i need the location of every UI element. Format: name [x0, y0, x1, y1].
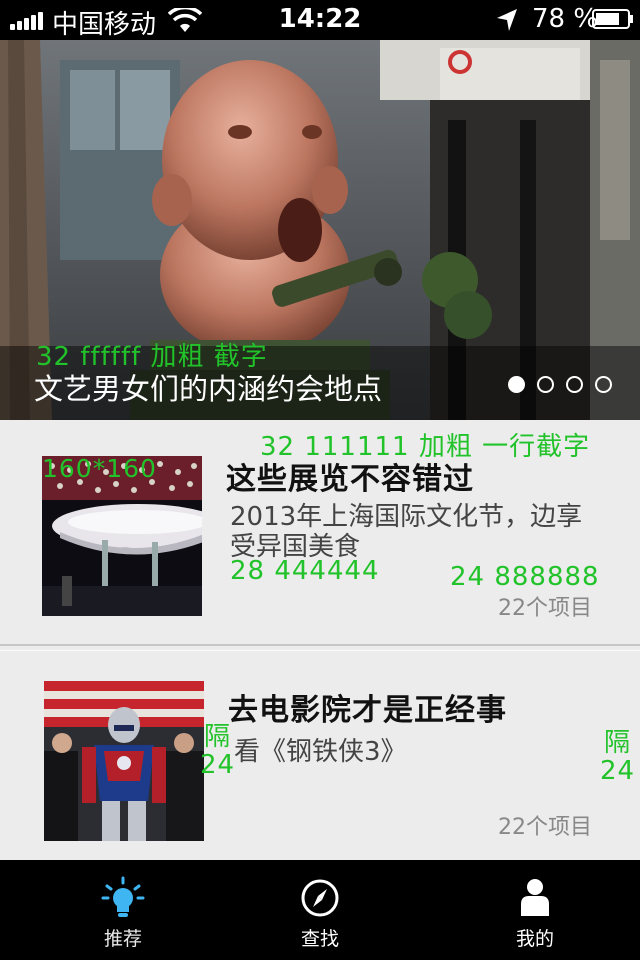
annotation-gap-value: 24 [600, 756, 636, 786]
item-title: 这些展览不容错过 [226, 462, 474, 497]
location-arrow-icon [497, 9, 517, 31]
item-description: 看《钢铁侠3》 [234, 737, 407, 767]
banner-page-indicator[interactable] [508, 376, 612, 393]
annotation-left-spacing: 隔 24 [200, 723, 235, 779]
annotation-desc-spec: 28 444444 [230, 556, 380, 586]
tab-bar: 推荐 查找 我的 [0, 860, 640, 960]
compass-icon [301, 879, 339, 917]
banner-title: 文艺男女们的内涵约会地点 [34, 372, 383, 406]
item-count: 22个项目 [498, 596, 592, 621]
item-count: 22个项目 [498, 815, 592, 840]
page-dot-3[interactable] [566, 376, 583, 393]
item-description: 2013年上海国际文化节，边享受异国美食 [230, 502, 583, 562]
battery-icon [592, 9, 633, 29]
page-dot-4[interactable] [595, 376, 612, 393]
page-dot-1[interactable] [508, 376, 525, 393]
annotation-gap-word: 隔 [204, 722, 232, 752]
featured-banner[interactable]: 32 ffffff 加粗 截字 文艺男女们的内涵约会地点 [0, 40, 640, 420]
battery-percent: 78 % [532, 4, 599, 34]
tab-label: 推荐 [103, 928, 142, 950]
annotation-thumb-size: 160*160 [42, 454, 157, 483]
tab-recommend[interactable]: 推荐 [63, 860, 183, 960]
lightbulb-icon [101, 876, 145, 917]
annotation-count-spec: 24 888888 [450, 562, 600, 592]
status-bar: 中国移动 14:22 78 % [0, 0, 640, 40]
tab-label: 查找 [300, 928, 339, 950]
annotation-gap-word: 隔 [604, 728, 632, 758]
annotation-right-spacing: 隔 24 [600, 729, 635, 785]
annotation-gap-value: 24 [200, 750, 236, 780]
tab-mine[interactable]: 我的 [475, 860, 595, 960]
list-item[interactable]: 160*160 32 111111 加粗 一行截字 这些展览不容错过 2013年… [0, 420, 640, 646]
tab-find[interactable]: 查找 [260, 860, 380, 960]
page-dot-2[interactable] [537, 376, 554, 393]
tab-label: 我的 [515, 928, 554, 950]
iron-man-image [44, 681, 204, 841]
item-thumbnail [44, 681, 204, 841]
list-item[interactable]: 去电影院才是正经事 看《钢铁侠3》 隔 24 隔 24 22个项目 [0, 650, 640, 860]
topic-list: 160*160 32 111111 加粗 一行截字 这些展览不容错过 2013年… [0, 420, 640, 860]
person-icon [521, 879, 549, 916]
item-title: 去电影院才是正经事 [228, 693, 507, 728]
